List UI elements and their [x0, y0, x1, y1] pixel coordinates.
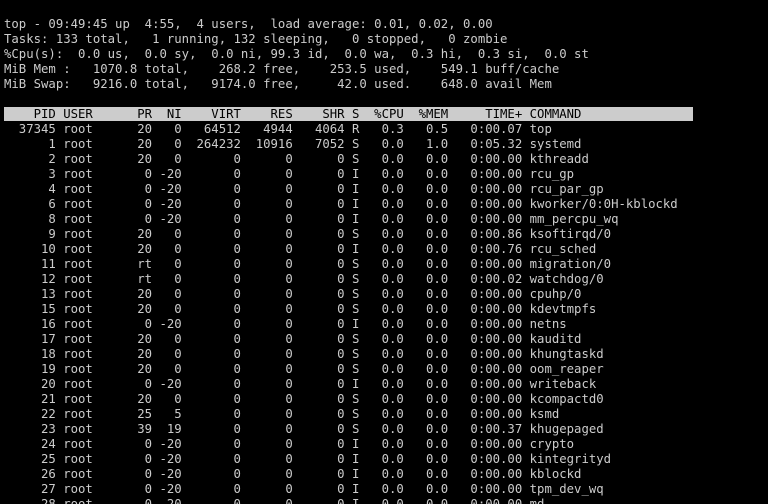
table-row: 3 root 0 -20 0 0 0 I 0.0 0.0 0:00.00 rcu…: [4, 167, 764, 182]
table-row: 6 root 0 -20 0 0 0 I 0.0 0.0 0:00.00 kwo…: [4, 197, 764, 212]
column-header: PID USER PR NI VIRT RES SHR S %CPU %MEM …: [4, 107, 693, 121]
top-line-4: MiB Mem : 1070.8 total, 268.2 free, 253.…: [4, 62, 559, 76]
table-row: 25 root 0 -20 0 0 0 I 0.0 0.0 0:00.00 ki…: [4, 452, 764, 467]
terminal: top - 09:49:45 up 4:55, 4 users, load av…: [0, 0, 768, 504]
table-row: 21 root 20 0 0 0 0 S 0.0 0.0 0:00.00 kco…: [4, 392, 764, 407]
table-row: 13 root 20 0 0 0 0 S 0.0 0.0 0:00.00 cpu…: [4, 287, 764, 302]
top-line-2: Tasks: 133 total, 1 running, 132 sleepin…: [4, 32, 507, 46]
table-row: 10 root 20 0 0 0 0 I 0.0 0.0 0:00.76 rcu…: [4, 242, 764, 257]
top-line-1: top - 09:49:45 up 4:55, 4 users, load av…: [4, 17, 493, 31]
table-row: 24 root 0 -20 0 0 0 I 0.0 0.0 0:00.00 cr…: [4, 437, 764, 452]
table-row: 16 root 0 -20 0 0 0 I 0.0 0.0 0:00.00 ne…: [4, 317, 764, 332]
table-row: 22 root 25 5 0 0 0 S 0.0 0.0 0:00.00 ksm…: [4, 407, 764, 422]
table-row: 27 root 0 -20 0 0 0 I 0.0 0.0 0:00.00 tp…: [4, 482, 764, 497]
table-row: 26 root 0 -20 0 0 0 I 0.0 0.0 0:00.00 kb…: [4, 467, 764, 482]
table-row: 1 root 20 0 264232 10916 7052 S 0.0 1.0 …: [4, 137, 764, 152]
table-row: 23 root 39 19 0 0 0 S 0.0 0.0 0:00.37 kh…: [4, 422, 764, 437]
process-table: 37345 root 20 0 64512 4944 4064 R 0.3 0.…: [4, 122, 764, 504]
table-row: 15 root 20 0 0 0 0 S 0.0 0.0 0:00.00 kde…: [4, 302, 764, 317]
table-row: 4 root 0 -20 0 0 0 I 0.0 0.0 0:00.00 rcu…: [4, 182, 764, 197]
table-row: 37345 root 20 0 64512 4944 4064 R 0.3 0.…: [4, 122, 764, 137]
top-line-5: MiB Swap: 9216.0 total, 9174.0 free, 42.…: [4, 77, 552, 91]
table-row: 18 root 20 0 0 0 0 S 0.0 0.0 0:00.00 khu…: [4, 347, 764, 362]
table-row: 12 root rt 0 0 0 0 S 0.0 0.0 0:00.02 wat…: [4, 272, 764, 287]
table-row: 9 root 20 0 0 0 0 S 0.0 0.0 0:00.86 ksof…: [4, 227, 764, 242]
table-row: 2 root 20 0 0 0 0 S 0.0 0.0 0:00.00 kthr…: [4, 152, 764, 167]
table-row: 20 root 0 -20 0 0 0 I 0.0 0.0 0:00.00 wr…: [4, 377, 764, 392]
table-row: 19 root 20 0 0 0 0 S 0.0 0.0 0:00.00 oom…: [4, 362, 764, 377]
table-row: 8 root 0 -20 0 0 0 I 0.0 0.0 0:00.00 mm_…: [4, 212, 764, 227]
table-row: 28 root 0 -20 0 0 0 I 0.0 0.0 0:00.00 md: [4, 497, 764, 504]
table-row: 11 root rt 0 0 0 0 S 0.0 0.0 0:00.00 mig…: [4, 257, 764, 272]
top-line-3: %Cpu(s): 0.0 us, 0.0 sy, 0.0 ni, 99.3 id…: [4, 47, 589, 61]
blank-line: [4, 92, 11, 106]
table-row: 17 root 20 0 0 0 0 S 0.0 0.0 0:00.00 kau…: [4, 332, 764, 347]
